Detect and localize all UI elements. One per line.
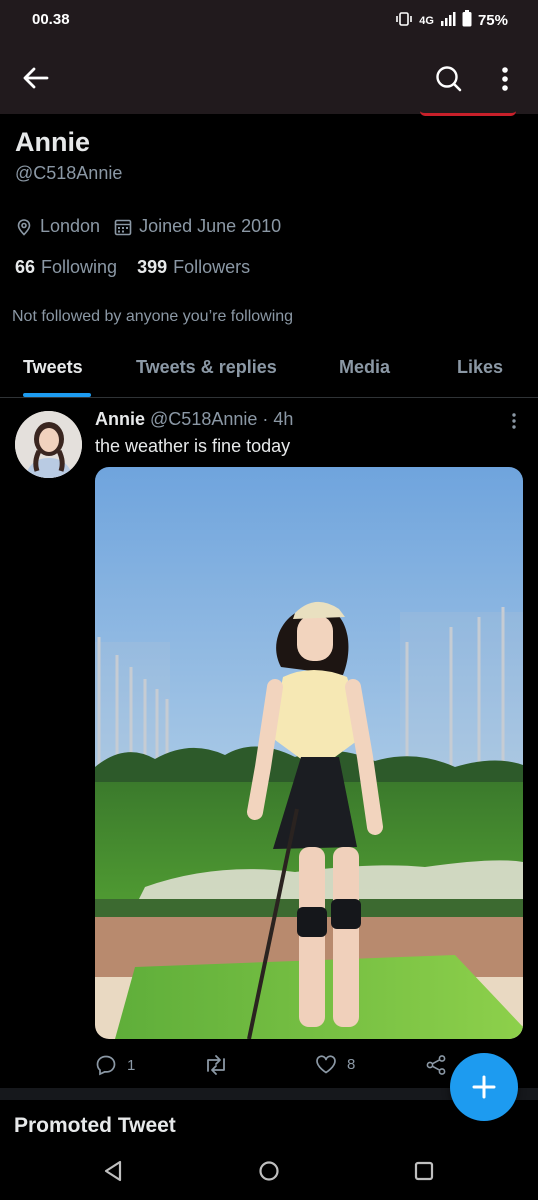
heart-icon [316,1055,336,1074]
active-tab-indicator [23,393,91,397]
signal-icon [440,11,456,30]
like-count: 8 [347,1055,356,1073]
status-bar: 00.38 4G 75% [0,0,538,40]
profile-handle: @C518Annie [15,163,123,183]
tweet-photo[interactable] [95,467,523,1039]
followers-link[interactable]: 399 Followers [137,257,250,278]
following-link[interactable]: 66 Following [15,257,117,278]
not-followed-notice: Not followed by anyone you’re following [12,308,294,325]
following-count: 66 [15,257,36,277]
profile-meta: London Joined June 2010 [15,216,295,237]
followers-label: Followers [173,257,251,277]
profile-tabs: Tweets Tweets & replies Media Likes [0,346,538,398]
tab-media[interactable]: Media [339,357,390,378]
promoted-tweet-heading: Promoted Tweet [14,1114,176,1137]
profile-location: London [15,216,100,237]
triangle-back-icon [104,1160,122,1182]
battery-percent: 75% [477,12,508,29]
tweet-time: 4h [273,409,294,429]
tweet-author-avatar[interactable] [15,411,82,478]
tweet-more-button[interactable] [505,410,523,434]
search-button[interactable] [430,60,468,98]
plus-icon [472,1075,496,1099]
tweet-header: Annie @C518Annie · 4h [95,409,293,430]
button-edge-decoration [420,111,516,116]
calendar-icon [114,219,132,235]
reply-button[interactable]: 1 [95,1054,135,1076]
network-type: 4G [419,14,434,27]
nav-recents-button[interactable] [409,1156,439,1186]
arrow-left-icon [23,67,49,89]
square-recents-icon [414,1161,434,1181]
location-text: London [40,216,101,236]
back-button[interactable] [18,60,54,96]
follow-stats: 66 Following 399 Followers [15,257,250,278]
retweet-icon [207,1055,225,1075]
share-icon [426,1055,446,1075]
reply-count: 1 [127,1056,136,1074]
tweet-separator: · [262,409,269,429]
nav-home-button[interactable] [254,1156,284,1186]
tab-likes[interactable]: Likes [457,357,503,378]
share-button[interactable] [425,1054,447,1076]
battery-icon [462,10,472,31]
profile-header-bar [0,40,538,114]
profile-joined: Joined June 2010 [114,216,281,237]
circle-home-icon [259,1161,279,1181]
tweet-text: the weather is fine today [95,436,291,456]
like-button[interactable]: 8 [315,1054,355,1074]
tweet-author-name[interactable]: Annie [95,409,145,429]
search-icon [436,66,462,92]
vibrate-icon [395,11,413,30]
retweet-button[interactable] [203,1054,239,1076]
tab-tweets-replies[interactable]: Tweets & replies [136,357,277,378]
profile-name: Annie [15,127,91,157]
system-nav-bar [0,1142,538,1200]
compose-tweet-button[interactable] [450,1053,518,1121]
more-vertical-icon [502,67,508,91]
tweet-author-handle: @C518Annie [150,409,258,429]
status-time: 00.38 [32,11,70,28]
joined-text: Joined June 2010 [139,216,282,236]
reply-icon [96,1055,116,1076]
status-icons: 4G 75% [395,10,508,31]
nav-back-button[interactable] [98,1156,128,1186]
followers-count: 399 [137,257,168,277]
location-pin-icon [17,218,31,236]
tab-tweets[interactable]: Tweets [23,357,83,378]
more-vertical-icon [512,413,516,429]
following-label: Following [41,257,118,277]
more-options-button[interactable] [490,60,520,98]
